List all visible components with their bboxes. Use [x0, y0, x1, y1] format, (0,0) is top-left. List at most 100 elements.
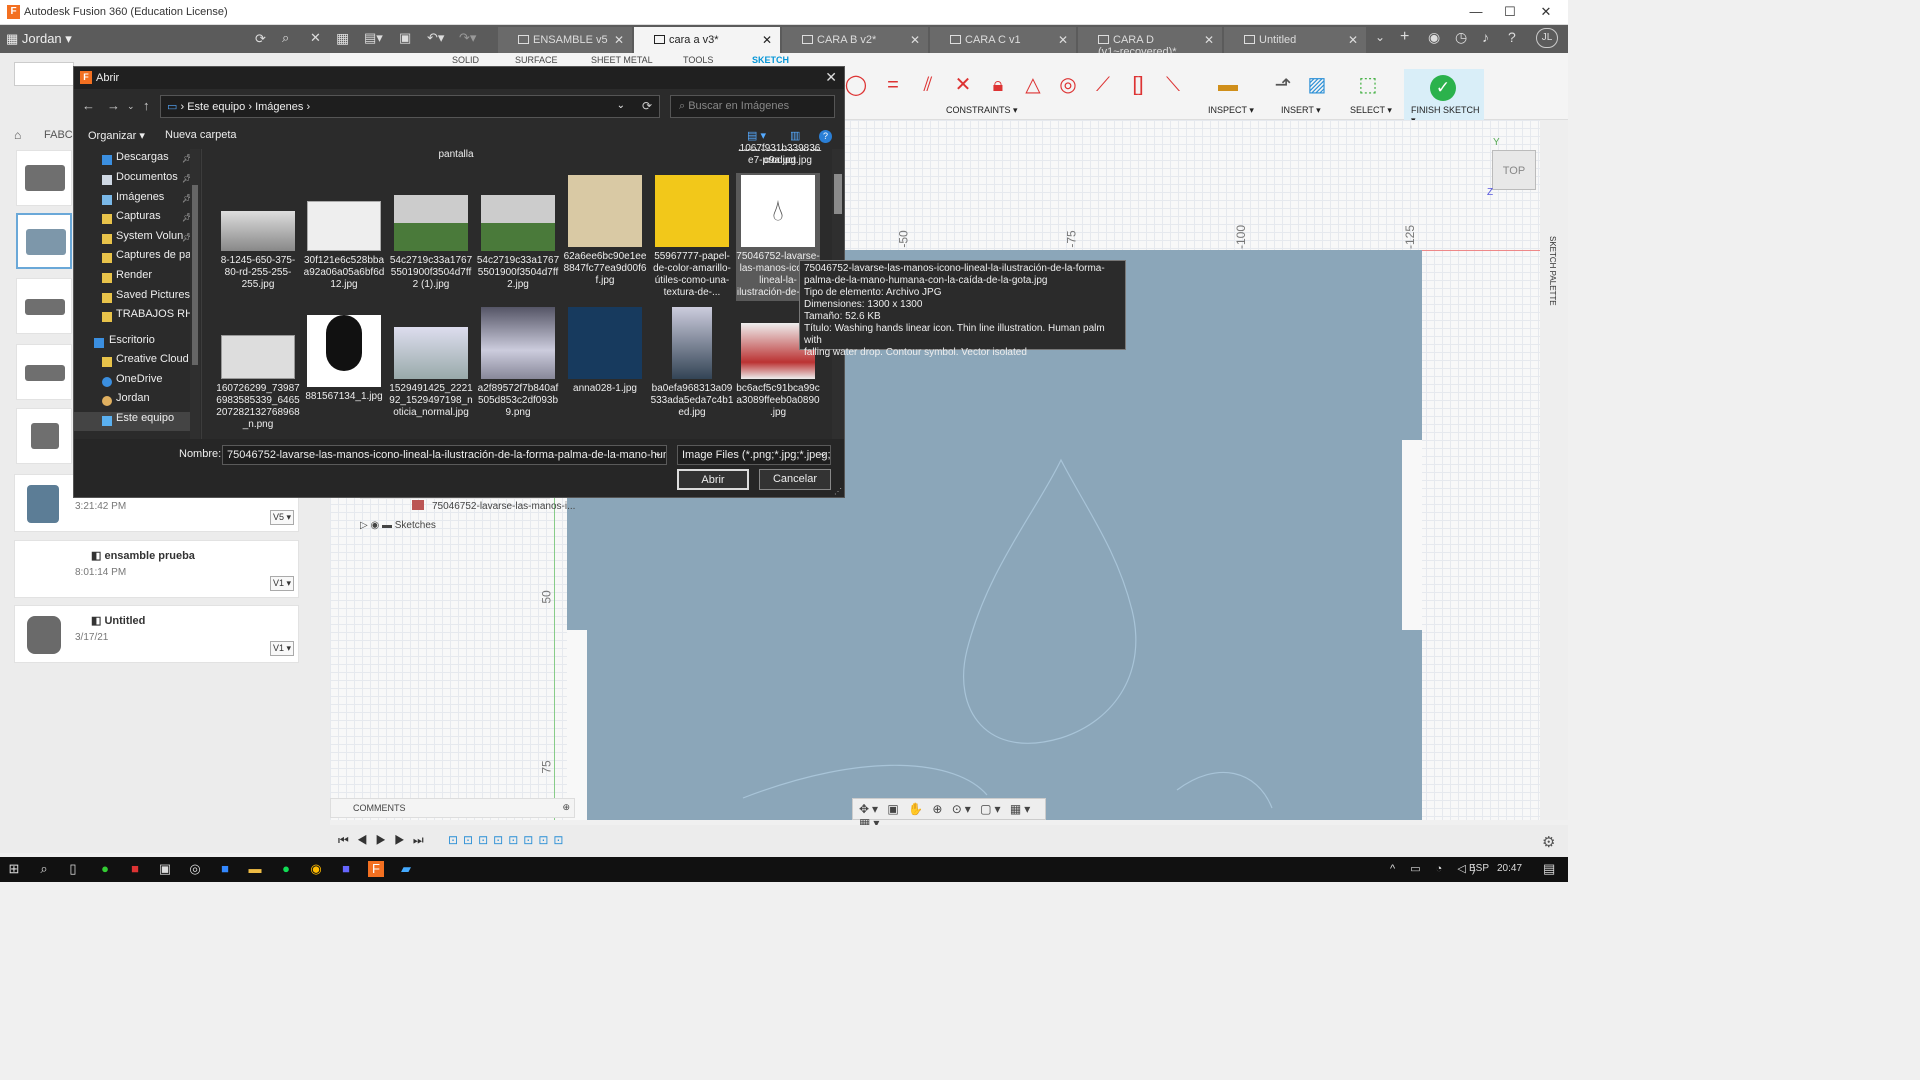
add-comment-icon[interactable]: ⊕	[562, 802, 570, 813]
nav-item-imagenes[interactable]: Imágenes 📌︎	[74, 191, 194, 210]
design-thumbnail[interactable]	[16, 150, 72, 206]
viewcube[interactable]: TOP	[1492, 150, 1536, 190]
insert-canvas-icon[interactable]: ▨	[1305, 73, 1329, 97]
whatsapp-icon[interactable]: ●	[97, 861, 113, 877]
version-badge[interactable]: V1 ▾	[269, 576, 294, 591]
nav-item-documentos[interactable]: Documentos 📌︎	[74, 171, 194, 190]
nav-item-capturas[interactable]: Capturas 📌︎	[74, 210, 194, 229]
design-thumbnail[interactable]	[16, 213, 72, 269]
new-tab-icon[interactable]: +	[1400, 28, 1409, 46]
file-item[interactable]: 54c2719c33a17675501900f3504d7ff2 (1).jpg	[389, 195, 473, 291]
resize-grip-icon[interactable]: ⋰	[834, 487, 842, 496]
view-options-icon[interactable]: ▤ ▾	[747, 129, 766, 142]
extensions-icon[interactable]: ◉	[1428, 29, 1440, 46]
nav-item-creative-cloud[interactable]: Creative Cloud F	[74, 353, 194, 372]
search-icon[interactable]: ⌕	[282, 30, 289, 46]
tab-untitled[interactable]: Untitled ✕	[1224, 27, 1366, 53]
timeline-controls[interactable]: ⏮◀▶▶⏭	[338, 833, 432, 848]
redo-icon[interactable]: ↷▾	[459, 30, 476, 46]
chrome-icon[interactable]: ◉	[308, 861, 324, 877]
minimize-button[interactable]: —	[1466, 4, 1486, 20]
nav-item-escritorio[interactable]: Escritorio	[74, 334, 194, 353]
tab-sketch[interactable]: SKETCH	[752, 55, 789, 65]
file-item[interactable]: 62a6ee6bc90e1ee8847fc77ea9d00f6f.jpg	[563, 175, 647, 287]
tab-ensamble[interactable]: ENSAMBLE v5 ✕	[498, 27, 632, 53]
tab-cara-c[interactable]: CARA C v1 ✕	[930, 27, 1076, 53]
back-arrow-icon[interactable]: ←	[82, 98, 95, 113]
notifications-icon[interactable]: ♪	[1482, 29, 1489, 45]
curvature-constraint-icon[interactable]: ⟍	[1161, 73, 1185, 97]
browser-item-sketches[interactable]: ▷ ◉ ▬ Sketches	[360, 520, 436, 531]
file-explorer-icon[interactable]: ▬	[247, 861, 263, 877]
design-card[interactable]: ◧ Untitled 3/17/21 V1 ▾	[14, 605, 299, 663]
help-icon[interactable]: ?	[1508, 29, 1516, 45]
file-item[interactable]: 54c2719c33a17675501900f3504d7ff2.jpg	[476, 195, 560, 291]
nav-item-render[interactable]: Render	[74, 269, 194, 288]
measure-icon[interactable]: ▬	[1216, 73, 1240, 97]
task-view-icon[interactable]: ▯	[65, 861, 81, 877]
tab-cara-b[interactable]: CARA B v2* ✕	[782, 27, 928, 53]
nav-item-jordan[interactable]: Jordan	[74, 392, 194, 411]
system-tray-icons[interactable]: ^ ▭ ◔ ◁)	[1390, 862, 1482, 875]
close-panel-icon[interactable]: ✕	[310, 30, 321, 46]
collinear-constraint-icon[interactable]: ⟋	[1091, 73, 1115, 97]
design-card[interactable]: ◧ ensamble prueba 8:01:14 PM V1 ▾	[14, 540, 299, 598]
start-icon[interactable]: ⊞	[6, 861, 22, 877]
nav-item-system-volume[interactable]: System Volun 📌︎	[74, 230, 194, 249]
maximize-button[interactable]: ☐	[1500, 4, 1520, 20]
tab-solid[interactable]: SOLID	[452, 55, 479, 65]
insert-derive-icon[interactable]: ⬏	[1271, 73, 1295, 97]
design-thumbnail[interactable]	[16, 408, 72, 464]
app-icon[interactable]: ■	[127, 861, 143, 877]
file-name-input[interactable]: 75046752-lavarse-las-manos-icono-lineal-…	[222, 445, 667, 465]
insert-menu[interactable]: INSERT ▾	[1281, 105, 1321, 116]
version-badge[interactable]: V5 ▾	[269, 510, 294, 525]
spotify-icon[interactable]: ●	[278, 861, 294, 877]
navigation-bar[interactable]: ✥▾ ▣ ✋ ⊕ ⊙▾ ▢▾ ▦▾ ▦▾	[852, 798, 1046, 830]
finish-sketch-button[interactable]: ✓ FINISH SKETCH ▾	[1404, 69, 1484, 125]
file-type-select[interactable]: Image Files (*.png;*.jpg;*.jpeg;*	[677, 445, 831, 465]
tab-surface[interactable]: SURFACE	[515, 55, 558, 65]
concentric-constraint-icon[interactable]: ◎	[1056, 73, 1080, 97]
tangent-constraint-icon[interactable]: ◯	[844, 73, 868, 97]
file-item[interactable]: 160726299_739876983585339_64652072821327…	[216, 307, 300, 431]
tab-sheet-metal[interactable]: SHEET METAL	[591, 55, 653, 65]
close-window-button[interactable]: ✕	[1536, 4, 1556, 20]
nav-pane-scrollbar[interactable]	[190, 149, 200, 439]
design-thumbnail[interactable]	[16, 278, 72, 334]
data-panel-search-input[interactable]	[14, 62, 74, 86]
timeline-features[interactable]: ⊡⊡⊡⊡⊡⊡⊡⊡	[448, 833, 568, 847]
history-chevron-icon[interactable]: ⌄	[127, 101, 135, 112]
nav-item-descargas[interactable]: Descargas 📌︎	[74, 151, 194, 170]
preview-pane-icon[interactable]: ▥	[790, 129, 800, 142]
home-icon[interactable]: ⌂	[14, 128, 21, 142]
close-dialog-button[interactable]: ✕	[825, 69, 837, 86]
save-icon[interactable]: ▣	[399, 30, 411, 46]
tab-overflow-chevron-icon[interactable]: ⌄	[1375, 30, 1385, 44]
symmetry-constraint-icon[interactable]: []	[1126, 73, 1150, 97]
app-icon[interactable]: ■	[217, 861, 233, 877]
file-item[interactable]: a2f89572f7b840af505d853c2df093b9.png	[476, 307, 560, 419]
job-status-icon[interactable]: ◷	[1455, 29, 1467, 46]
nav-item-onedrive[interactable]: OneDrive	[74, 373, 194, 392]
tab-cara-a[interactable]: cara a v3* ✕	[634, 27, 780, 53]
store-icon[interactable]: ▣	[157, 861, 173, 877]
sketch-palette[interactable]: SKETCH PALETTE	[1540, 120, 1568, 820]
file-item[interactable]: 1067f931b339836e7-product.jpg	[738, 143, 822, 167]
open-button[interactable]: Abrir	[677, 469, 749, 490]
midpoint-constraint-icon[interactable]: △	[1021, 73, 1045, 97]
file-item[interactable]: pantalla	[414, 149, 498, 161]
file-item[interactable]: 881567134_1.jpg	[302, 307, 386, 403]
app-icon[interactable]: ▰	[398, 861, 414, 877]
fusion360-taskbar-icon[interactable]: F	[368, 861, 384, 877]
clock[interactable]: 20:47	[1497, 863, 1522, 874]
file-item[interactable]: ba0efa968313a09533ada5eda7c4b1ed.jpg	[650, 307, 734, 419]
nav-item-este-equipo[interactable]: Este equipo	[74, 412, 194, 431]
file-menu-icon[interactable]: ▤▾	[364, 30, 383, 46]
file-item[interactable]: 8-1245-650-375-80-rd-255-255-255.jpg	[216, 195, 300, 291]
breadcrumb[interactable]: FABC	[44, 129, 73, 141]
file-name-dropdown-chevron-icon[interactable]: ⌄	[654, 448, 662, 459]
settings-gear-icon[interactable]: ⚙	[1542, 833, 1555, 851]
app-icon[interactable]: ◎	[187, 861, 203, 877]
cancel-button[interactable]: Cancelar	[759, 469, 831, 490]
